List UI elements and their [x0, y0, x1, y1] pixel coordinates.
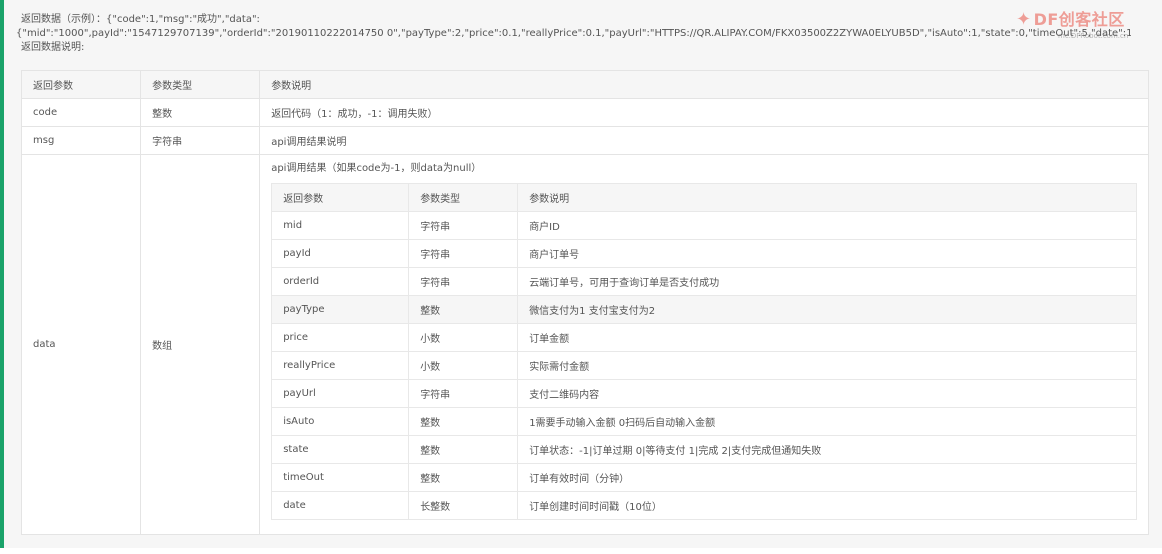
- inner-table-row: orderId 字符串 云端订单号，可用于查询订单是否支付成功: [271, 267, 1138, 296]
- field-type: 小数: [408, 351, 519, 380]
- field-type: 字符串: [408, 379, 519, 408]
- data-desc: api调用结果（如果code为-1，则data为null）: [271, 163, 482, 174]
- field-desc: 订单状态：-1|订单过期 0|等待支付 1|完成 2|支付完成但通知失败: [517, 435, 1138, 464]
- row-type: 整数: [140, 98, 261, 127]
- field-param: date: [271, 491, 410, 520]
- field-param: payUrl: [271, 379, 410, 408]
- page: 返回数据（示例）：{"code":1,"msg":"成功","data": {"…: [0, 0, 1162, 554]
- data-fields-table: 返回参数 参数类型 参数说明 mid 字符串 商户ID payId 字符串 商户…: [271, 183, 1138, 520]
- response-description-label: 返回数据说明:: [21, 42, 85, 53]
- table-row: code 整数 返回代码（1：成功，-1：调用失败）: [20, 98, 1149, 127]
- field-param: price: [271, 323, 410, 352]
- header-desc: 参数说明: [259, 70, 1149, 99]
- field-desc: 微信支付为1 支付宝支付为2: [517, 295, 1138, 324]
- inner-table-row: price 小数 订单金额: [271, 323, 1138, 352]
- header-param: 返回参数: [20, 70, 142, 99]
- inner-header-desc: 参数说明: [517, 183, 1138, 212]
- inner-table-row: payUrl 字符串 支付二维码内容: [271, 379, 1138, 408]
- field-param: isAuto: [271, 407, 410, 436]
- response-example-line-1: 返回数据（示例）：{"code":1,"msg":"成功","data":: [21, 14, 260, 25]
- field-desc: 商户ID: [517, 211, 1138, 240]
- inner-table-row: reallyPrice 小数 实际需付金额: [271, 351, 1138, 380]
- response-example-line-2: {"mid":"1000",payId":"1547129707139","or…: [16, 28, 1131, 39]
- field-param: payType: [271, 295, 410, 324]
- field-type: 长整数: [408, 491, 519, 520]
- response-params-table: 返回参数 参数类型 参数说明 code 整数 返回代码（1：成功，-1：调用失败…: [20, 70, 1149, 535]
- row-desc: 返回代码（1：成功，-1：调用失败）: [259, 98, 1149, 127]
- field-type: 整数: [408, 463, 519, 492]
- field-type: 字符串: [408, 211, 519, 240]
- field-type: 整数: [408, 435, 519, 464]
- table-row: msg 字符串 api调用结果说明: [20, 126, 1149, 155]
- inner-header-row: 返回参数 参数类型 参数说明: [271, 183, 1138, 212]
- inner-table-row: payType 整数 微信支付为1 支付宝支付为2: [271, 295, 1138, 324]
- field-param: reallyPrice: [271, 351, 410, 380]
- inner-table-row: timeOut 整数 订单有效时间（分钟）: [271, 463, 1138, 492]
- field-type: 字符串: [408, 267, 519, 296]
- row-desc: api调用结果说明: [259, 126, 1149, 155]
- row-type: 字符串: [140, 126, 261, 155]
- inner-table-row: isAuto 整数 1需要手动输入金额 0扫码后自动输入金额: [271, 407, 1138, 436]
- header-type: 参数类型: [140, 70, 261, 99]
- row-param: msg: [20, 126, 142, 155]
- field-desc: 实际需付金额: [517, 351, 1138, 380]
- row-type: 数组: [140, 154, 261, 535]
- table-row-data: data 数组 api调用结果（如果code为-1，则data为null） 返回…: [20, 154, 1149, 535]
- row-param: data: [20, 154, 142, 535]
- field-desc: 支付二维码内容: [517, 379, 1138, 408]
- field-type: 整数: [408, 407, 519, 436]
- inner-table-row: payId 字符串 商户订单号: [271, 239, 1138, 268]
- field-desc: 订单有效时间（分钟）: [517, 463, 1138, 492]
- inner-table-row: date 长整数 订单创建时间时间戳（10位）: [271, 491, 1138, 520]
- api-doc-panel: 返回数据（示例）：{"code":1,"msg":"成功","data": {"…: [0, 0, 1162, 548]
- field-type: 整数: [408, 295, 519, 324]
- field-desc: 商户订单号: [517, 239, 1138, 268]
- field-desc: 订单金额: [517, 323, 1138, 352]
- field-type: 字符串: [408, 239, 519, 268]
- inner-header-param: 返回参数: [271, 183, 410, 212]
- row-param: code: [20, 98, 142, 127]
- field-desc: 订单创建时间时间戳（10位）: [517, 491, 1138, 520]
- field-param: state: [271, 435, 410, 464]
- field-param: payId: [271, 239, 410, 268]
- field-desc: 1需要手动输入金额 0扫码后自动输入金额: [517, 407, 1138, 436]
- field-type: 小数: [408, 323, 519, 352]
- table-header-row: 返回参数 参数类型 参数说明: [20, 70, 1149, 99]
- inner-header-type: 参数类型: [408, 183, 519, 212]
- field-param: orderId: [271, 267, 410, 296]
- inner-table-row: state 整数 订单状态：-1|订单过期 0|等待支付 1|完成 2|支付完成…: [271, 435, 1138, 464]
- response-example: 返回数据（示例）：{"code":1,"msg":"成功","data": {"…: [16, 13, 1131, 55]
- data-desc-cell: api调用结果（如果code为-1，则data为null） 返回参数 参数类型 …: [259, 154, 1149, 535]
- field-param: mid: [271, 211, 410, 240]
- field-param: timeOut: [271, 463, 410, 492]
- inner-table-row: mid 字符串 商户ID: [271, 211, 1138, 240]
- field-desc: 云端订单号，可用于查询订单是否支付成功: [517, 267, 1138, 296]
